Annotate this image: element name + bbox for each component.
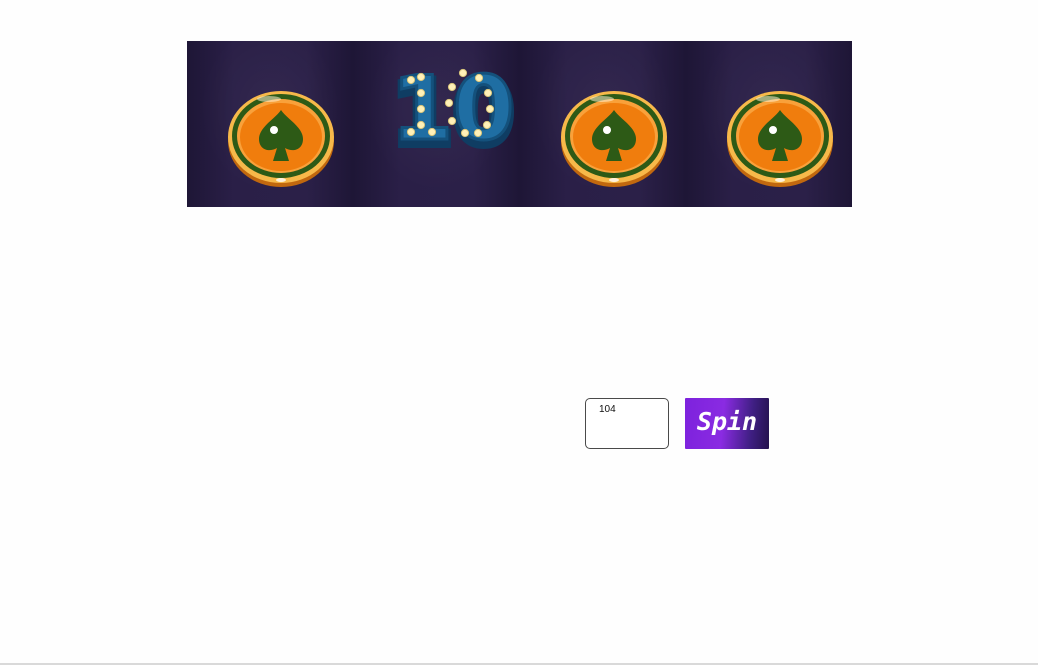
reel-number: 10 — [392, 57, 514, 160]
reel-4 — [685, 41, 852, 207]
reel-1 — [187, 41, 354, 207]
reel-3 — [519, 41, 686, 207]
slot-machine-page: 10 10 104 Spin — [0, 0, 1038, 665]
spin-button[interactable]: Spin — [685, 398, 769, 449]
slot-reels: 10 10 — [187, 41, 852, 207]
spade-coin-icon — [726, 91, 833, 187]
spade-coin-icon — [560, 91, 667, 187]
bet-input-value: 104 — [599, 404, 616, 415]
spade-coin-icon — [228, 91, 334, 187]
number-ten-icon: 10 10 — [388, 56, 518, 170]
bet-input[interactable]: 104 — [585, 398, 669, 449]
spin-button-label: Spin — [696, 407, 758, 436]
reel-2: 10 10 — [353, 41, 520, 207]
